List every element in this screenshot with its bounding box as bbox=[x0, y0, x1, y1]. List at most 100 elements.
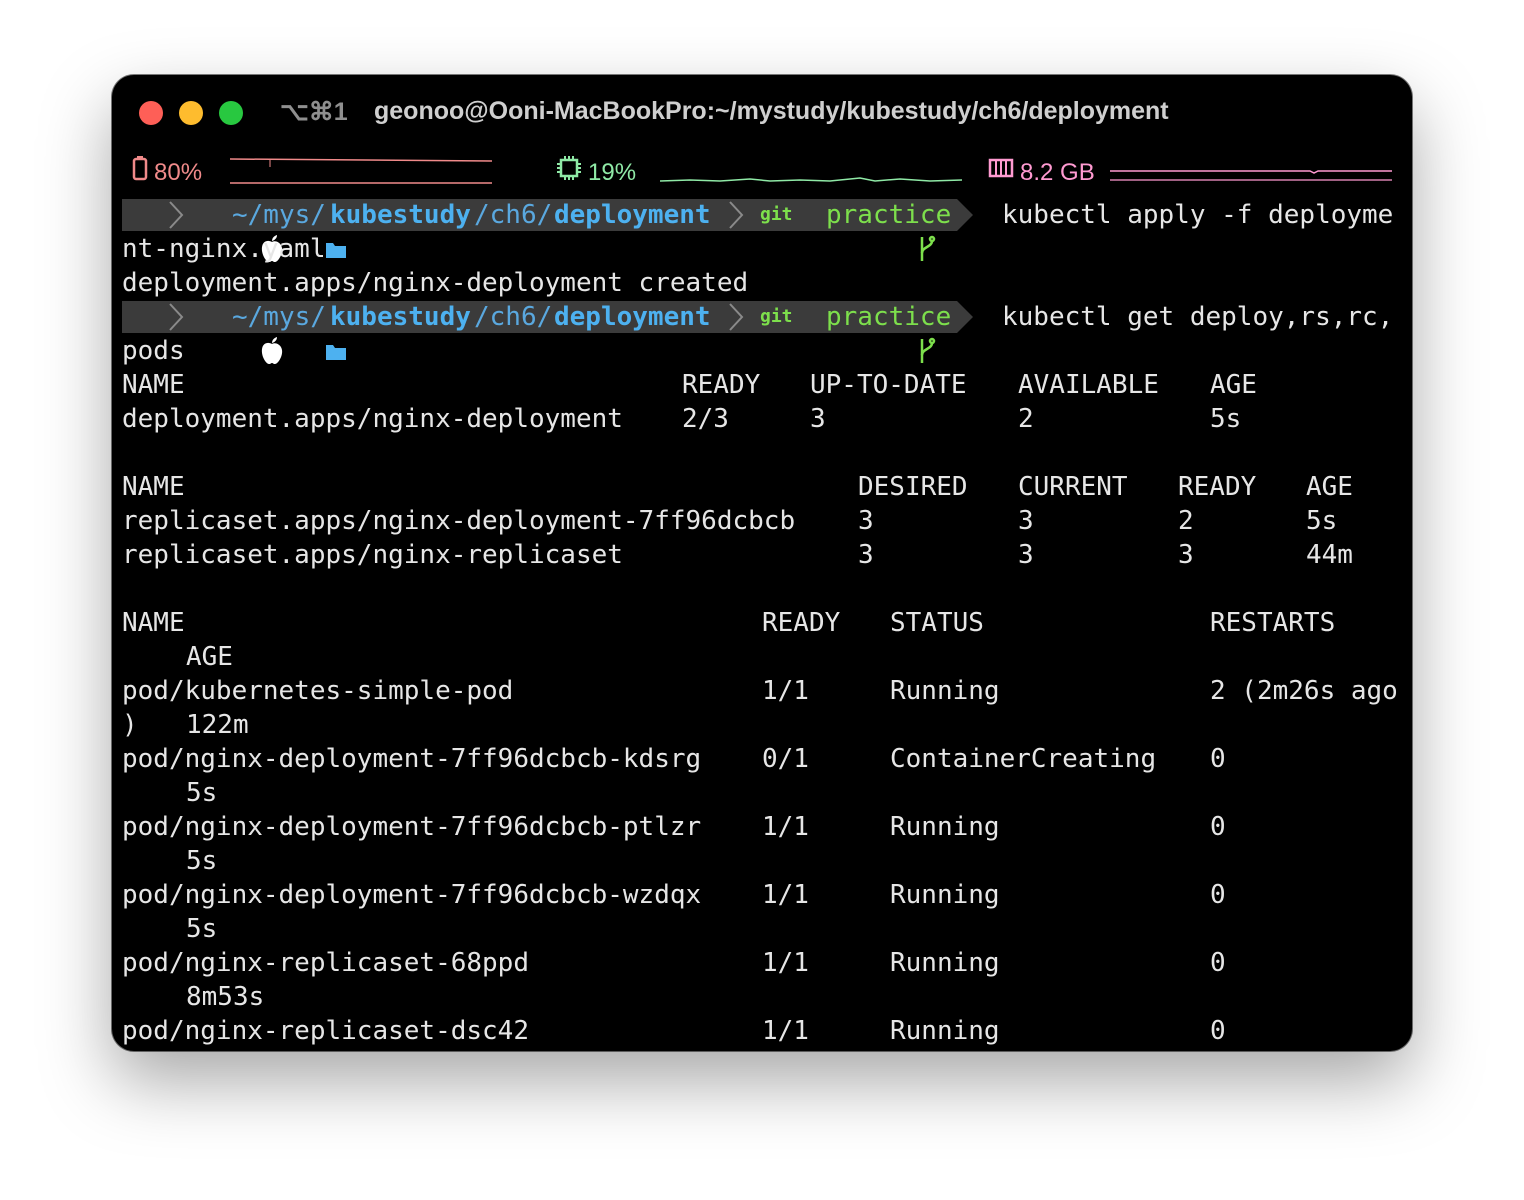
table-row: pod/nginx-replicaset-68ppd 1/1 Running 0 bbox=[122, 946, 1412, 980]
replicaset-header-row: NAME DESIRED CURRENT READY AGE bbox=[122, 470, 1412, 504]
command-text: kubectl apply -f deployme bbox=[1002, 200, 1394, 230]
replicaset-current: 3 bbox=[1018, 540, 1034, 570]
header-name: NAME bbox=[122, 370, 185, 400]
command-wrap: pods bbox=[122, 336, 185, 366]
deployment-age: 5s bbox=[1210, 404, 1242, 434]
pod-restarts: 0 bbox=[1210, 948, 1226, 978]
header-up-to-date: UP-TO-DATE bbox=[810, 370, 967, 400]
command-output: deployment.apps/nginx-deployment created bbox=[122, 268, 749, 298]
replicaset-ready: 2 bbox=[1178, 506, 1194, 536]
replicaset-desired: 3 bbox=[858, 506, 874, 536]
replicaset-ready: 3 bbox=[1178, 540, 1194, 570]
table-row-wrap: 5s bbox=[122, 776, 1412, 810]
pod-age: 5s bbox=[186, 846, 218, 876]
battery-sparkline bbox=[230, 158, 492, 184]
pod-restarts-wrap: ) bbox=[122, 710, 138, 740]
pod-age: 122m bbox=[186, 710, 249, 740]
header-ready: READY bbox=[682, 370, 761, 400]
pod-status: Running bbox=[890, 880, 1000, 910]
close-button[interactable] bbox=[139, 101, 163, 125]
pod-status: Running bbox=[890, 676, 1000, 706]
memory-icon bbox=[988, 155, 1014, 188]
pod-name: pod/nginx-deployment-7ff96dcbcb-wzdqx bbox=[122, 880, 702, 910]
table-row-wrap: 8m53s bbox=[122, 980, 1412, 1014]
pod-restarts: 0 bbox=[1210, 744, 1226, 774]
title-bar: ⌥⌘1 geonoo@Ooni-MacBookPro:~/mystudy/kub… bbox=[112, 75, 1412, 151]
pod-status: ContainerCreating bbox=[890, 744, 1157, 774]
table-row-wrap: 5s bbox=[122, 912, 1412, 946]
prompt-path-mid: /ch6/ bbox=[474, 302, 553, 332]
deployment-up-to-date: 3 bbox=[810, 404, 826, 434]
cpu-value: 19% bbox=[588, 158, 637, 186]
header-age: AGE bbox=[1210, 370, 1257, 400]
battery-icon bbox=[132, 155, 148, 188]
deployment-available: 2 bbox=[1018, 404, 1034, 434]
deployment-name: deployment.apps/nginx-deployment bbox=[122, 404, 623, 434]
pod-name: pod/nginx-replicaset-dsc42 bbox=[122, 1016, 529, 1046]
prompt-path-home: ~/mys/ bbox=[232, 200, 326, 230]
pod-age: 5s bbox=[186, 914, 218, 944]
replicaset-name: replicaset.apps/nginx-deployment-7ff96dc… bbox=[122, 506, 796, 536]
git-icon: git bbox=[760, 204, 793, 225]
prompt-path-repo: kubestudy bbox=[330, 302, 471, 332]
prompt-path-leaf: deployment bbox=[554, 200, 711, 230]
pod-restarts: 0 bbox=[1210, 880, 1226, 910]
pod-ready: 1/1 bbox=[762, 812, 809, 842]
replicaset-age: 44m bbox=[1306, 540, 1353, 570]
pod-restarts: 0 bbox=[1210, 1016, 1226, 1046]
pod-ready: 1/1 bbox=[762, 676, 809, 706]
cpu-sparkline bbox=[660, 177, 962, 182]
shell-prompt: ~/mys/ kubestudy /ch6/ deployment git pr… bbox=[122, 300, 1412, 364]
replicaset-desired: 3 bbox=[858, 540, 874, 570]
memory-status: 8.2 GB bbox=[988, 155, 1095, 191]
pod-name: pod/nginx-deployment-7ff96dcbcb-kdsrg bbox=[122, 744, 702, 774]
replicaset-age: 5s bbox=[1306, 506, 1338, 536]
table-row-wrap: 5s bbox=[122, 844, 1412, 878]
header-available: AVAILABLE bbox=[1018, 370, 1159, 400]
table-row: pod/nginx-deployment-7ff96dcbcb-wzdqx 1/… bbox=[122, 878, 1412, 912]
deployment-header-row: NAME READY UP-TO-DATE AVAILABLE AGE bbox=[122, 368, 1412, 402]
header-status: STATUS bbox=[890, 608, 984, 638]
shell-prompt: ~/mys/ kubestudy /ch6/ deployment git pr… bbox=[122, 198, 1412, 262]
pod-ready: 1/1 bbox=[762, 1016, 809, 1046]
pod-name: pod/nginx-replicaset-68ppd bbox=[122, 948, 529, 978]
deployment-ready: 2/3 bbox=[682, 404, 729, 434]
pod-status: Running bbox=[890, 1016, 1000, 1046]
command-text: kubectl get deploy,rs,rc, bbox=[1002, 302, 1394, 332]
table-row: pod/nginx-deployment-7ff96dcbcb-kdsrg 0/… bbox=[122, 742, 1412, 776]
replicaset-name: replicaset.apps/nginx-replicaset bbox=[122, 540, 623, 570]
command-wrap: nt-nginx.yaml bbox=[122, 234, 326, 264]
zoom-button[interactable] bbox=[219, 101, 243, 125]
header-name: NAME bbox=[122, 472, 185, 502]
replicaset-current: 3 bbox=[1018, 506, 1034, 536]
pod-name: pod/kubernetes-simple-pod bbox=[122, 676, 514, 706]
git-icon: git bbox=[760, 306, 793, 327]
pod-header-row: NAME READY STATUS RESTARTS bbox=[122, 606, 1412, 640]
cpu-status: 19% bbox=[556, 155, 636, 191]
memory-sparkline bbox=[1110, 170, 1392, 181]
table-row: replicaset.apps/nginx-deployment-7ff96dc… bbox=[122, 504, 1412, 538]
pod-ready: 1/1 bbox=[762, 948, 809, 978]
tab-shortcut: ⌥⌘1 bbox=[280, 98, 348, 126]
header-restarts: RESTARTS bbox=[1210, 608, 1336, 638]
pod-name: pod/nginx-deployment-7ff96dcbcb-ptlzr bbox=[122, 812, 702, 842]
header-ready: READY bbox=[762, 608, 841, 638]
pod-status: Running bbox=[890, 948, 1000, 978]
prompt-path-mid: /ch6/ bbox=[474, 200, 553, 230]
pod-restarts: 0 bbox=[1210, 812, 1226, 842]
pod-age: 8m53s bbox=[186, 982, 265, 1012]
pod-ready: 1/1 bbox=[762, 880, 809, 910]
header-name: NAME bbox=[122, 608, 185, 638]
prompt-path-home: ~/mys/ bbox=[232, 302, 326, 332]
memory-value: 8.2 GB bbox=[1020, 158, 1095, 186]
prompt-path-leaf: deployment bbox=[554, 302, 711, 332]
minimize-button[interactable] bbox=[179, 101, 203, 125]
pod-header-wrap: AGE bbox=[122, 640, 1412, 674]
header-age: AGE bbox=[1306, 472, 1353, 502]
terminal-output[interactable]: ~/mys/ kubestudy /ch6/ deployment git pr… bbox=[122, 198, 1412, 1048]
pod-ready: 0/1 bbox=[762, 744, 809, 774]
table-row: replicaset.apps/nginx-replicaset 3 3 3 4… bbox=[122, 538, 1412, 572]
table-row: deployment.apps/nginx-deployment 2/3 3 2… bbox=[122, 402, 1412, 436]
